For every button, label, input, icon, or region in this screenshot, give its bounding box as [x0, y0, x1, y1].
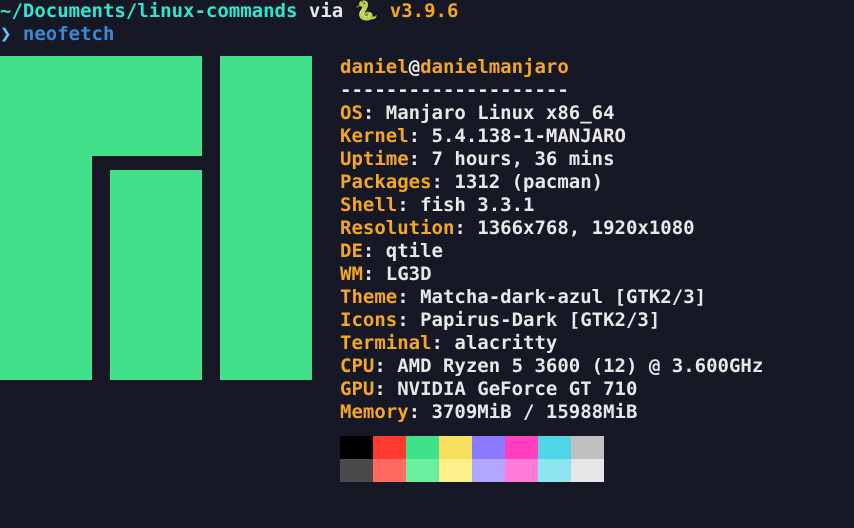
info-value: fish 3.3.1	[420, 194, 534, 216]
title-separator: --------------------	[340, 79, 763, 102]
distro-logo	[0, 56, 312, 380]
info-row: Shell: fish 3.3.1	[340, 194, 763, 217]
info-value: alacritty	[454, 332, 557, 354]
info-key: Uptime	[340, 148, 409, 170]
terminal[interactable]: ~/Documents/linux-commands via 🐍 v3.9.6 …	[0, 0, 854, 482]
info-key: OS	[340, 102, 363, 124]
system-info: daniel@danielmanjaro -------------------…	[340, 56, 763, 482]
info-row: Packages: 1312 (pacman)	[340, 171, 763, 194]
color-swatch	[340, 436, 373, 459]
info-row: Resolution: 1366x768, 1920x1080	[340, 217, 763, 240]
via-word: via	[309, 0, 343, 22]
prompt-line-1: ~/Documents/linux-commands via 🐍 v3.9.6	[0, 0, 854, 23]
info-key: GPU	[340, 378, 374, 400]
color-swatch	[571, 459, 604, 482]
color-swatch	[373, 459, 406, 482]
color-swatch	[439, 436, 472, 459]
color-palette	[340, 436, 763, 482]
hostname: danielmanjaro	[420, 56, 569, 78]
at-symbol: @	[409, 56, 420, 78]
info-value: 1366x768, 1920x1080	[477, 217, 694, 239]
info-value: 7 hours, 36 mins	[432, 148, 615, 170]
color-swatch	[373, 436, 406, 459]
info-key: Memory	[340, 401, 409, 423]
info-value: 3709MiB / 15988MiB	[432, 401, 638, 423]
info-row: Icons: Papirus-Dark [GTK2/3]	[340, 309, 763, 332]
info-value: LG3D	[386, 263, 432, 285]
color-swatch	[406, 459, 439, 482]
color-swatch	[472, 436, 505, 459]
info-key: Resolution	[340, 217, 454, 239]
info-row: Uptime: 7 hours, 36 mins	[340, 148, 763, 171]
username: daniel	[340, 56, 409, 78]
info-key: CPU	[340, 355, 374, 377]
info-key: DE	[340, 240, 363, 262]
info-row: Terminal: alacritty	[340, 332, 763, 355]
info-value: Matcha-dark-azul [GTK2/3]	[420, 286, 706, 308]
python-version: v3.9.6	[390, 0, 459, 22]
prompt-symbol: ❯	[0, 23, 11, 45]
info-key: Kernel	[340, 125, 409, 147]
info-row: DE: qtile	[340, 240, 763, 263]
info-row: Memory: 3709MiB / 15988MiB	[340, 401, 763, 424]
info-key: Icons	[340, 309, 397, 331]
color-swatch	[505, 459, 538, 482]
info-value: NVIDIA GeForce GT 710	[397, 378, 637, 400]
info-value: 5.4.138-1-MANJARO	[432, 125, 626, 147]
info-row: OS: Manjaro Linux x86_64	[340, 102, 763, 125]
prompt-path: ~/Documents/linux-commands	[0, 0, 297, 22]
info-value: Manjaro Linux x86_64	[386, 102, 615, 124]
python-icon: 🐍	[355, 0, 379, 22]
info-key: Theme	[340, 286, 397, 308]
info-row: Kernel: 5.4.138-1-MANJARO	[340, 125, 763, 148]
color-swatch	[571, 436, 604, 459]
prompt-line-2: ❯ neofetch	[0, 23, 854, 46]
color-swatch	[538, 436, 571, 459]
info-value: AMD Ryzen 5 3600 (12) @ 3.600GHz	[397, 355, 763, 377]
neofetch-output: daniel@danielmanjaro -------------------…	[0, 56, 854, 482]
info-row: WM: LG3D	[340, 263, 763, 286]
info-row: Theme: Matcha-dark-azul [GTK2/3]	[340, 286, 763, 309]
color-swatch	[472, 459, 505, 482]
command-text: neofetch	[23, 23, 115, 45]
info-row: GPU: NVIDIA GeForce GT 710	[340, 378, 763, 401]
info-value: 1312 (pacman)	[454, 171, 603, 193]
info-row: CPU: AMD Ryzen 5 3600 (12) @ 3.600GHz	[340, 355, 763, 378]
color-swatch	[505, 436, 538, 459]
color-swatch	[439, 459, 472, 482]
info-value: qtile	[386, 240, 443, 262]
color-swatch	[538, 459, 571, 482]
info-key: Packages	[340, 171, 432, 193]
user-host-title: daniel@danielmanjaro	[340, 56, 763, 79]
color-swatch	[340, 459, 373, 482]
info-key: Terminal	[340, 332, 432, 354]
info-key: Shell	[340, 194, 397, 216]
info-key: WM	[340, 263, 363, 285]
info-value: Papirus-Dark [GTK2/3]	[420, 309, 660, 331]
color-swatch	[406, 436, 439, 459]
